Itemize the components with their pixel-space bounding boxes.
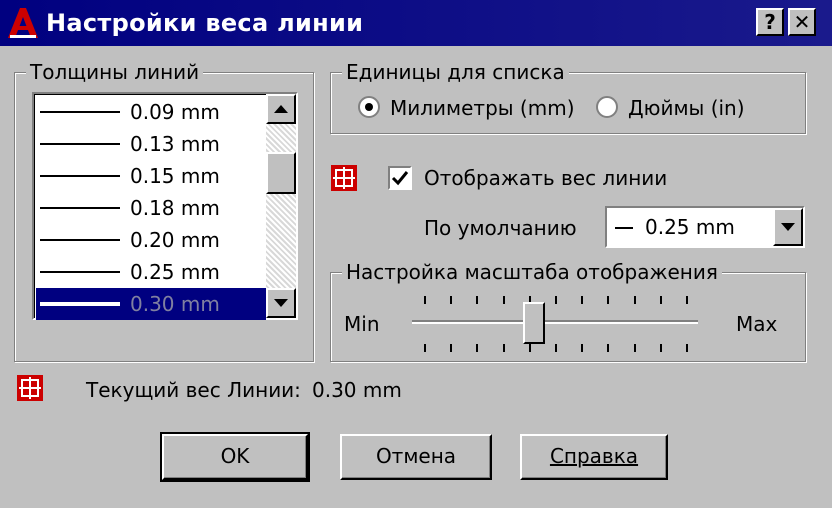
scale-group (330, 272, 806, 362)
help-button-label: Справка (549, 444, 639, 468)
scale-tick (686, 296, 688, 304)
scale-tick (633, 344, 636, 352)
default-lineweight-value: 0.25 mm (645, 215, 735, 239)
scale-max-label: Max (736, 312, 778, 336)
list-item[interactable]: 0.25 mm (36, 256, 266, 288)
scale-tick (502, 296, 505, 304)
mm-radio[interactable] (358, 96, 380, 118)
scale-tick (633, 296, 636, 304)
autocad-logo-icon (8, 8, 38, 38)
scale-tick (659, 344, 662, 352)
dropdown-button[interactable] (773, 208, 803, 246)
scale-tick (450, 344, 453, 352)
scale-tick (424, 344, 426, 352)
line-sample (615, 227, 633, 229)
in-radio-label[interactable]: Дюймы (in) (628, 96, 745, 120)
list-item-label: 0.13 mm (130, 132, 220, 156)
mm-radio-label[interactable]: Милиметры (mm) (390, 96, 575, 120)
list-item-label: 0.30 mm (130, 292, 220, 316)
current-lineweight-label: Текущий вес Линии: (86, 378, 301, 402)
line-sample (40, 143, 120, 145)
ok-button[interactable]: OK (160, 432, 310, 482)
lineweight-settings-dialog: Настройки веса линии ? ✕ Толщины линий 0… (0, 0, 832, 508)
scale-legend: Настройка масштаба отображения (342, 260, 722, 284)
scale-min-label: Min (344, 312, 380, 336)
scale-tick (476, 296, 479, 304)
chevron-down-icon (781, 223, 795, 231)
lineweight-icon (331, 165, 357, 191)
display-lineweight-checkbox[interactable] (388, 166, 412, 190)
scale-tick (607, 344, 610, 352)
lineweight-icon (17, 375, 43, 401)
line-sample (40, 111, 120, 113)
scroll-thumb[interactable] (266, 152, 296, 194)
scale-tick (528, 344, 531, 352)
list-item-label: 0.09 mm (130, 100, 220, 124)
lineweights-listbox[interactable]: 0.09 mm 0.13 mm 0.15 mm 0.18 mm 0.20 mm … (32, 92, 298, 320)
help-button[interactable]: Справка (520, 434, 668, 480)
scale-slider-track[interactable] (412, 320, 698, 324)
list-item-label: 0.25 mm (130, 260, 220, 284)
scale-tick (424, 296, 426, 304)
arrow-down-icon (274, 299, 288, 307)
line-sample (40, 271, 120, 273)
line-sample (40, 175, 120, 177)
list-item[interactable]: 0.20 mm (36, 224, 266, 256)
close-button[interactable]: ✕ (788, 8, 816, 36)
current-lineweight-value: 0.30 mm (312, 378, 402, 402)
line-sample (40, 207, 120, 209)
list-item[interactable]: 0.18 mm (36, 192, 266, 224)
scale-tick (476, 344, 479, 352)
scroll-up-button[interactable] (266, 94, 296, 124)
in-radio[interactable] (596, 96, 618, 118)
units-legend: Единицы для списка (342, 60, 569, 84)
scale-tick (686, 344, 688, 352)
window-title: Настройки веса линии (46, 9, 364, 37)
list-item-label: 0.20 mm (130, 228, 220, 252)
list-item-selected[interactable]: 0.30 mm (36, 288, 266, 320)
list-scrollbar[interactable] (266, 94, 296, 318)
display-lineweight-label[interactable]: Отображать вес линии (424, 166, 667, 190)
line-sample (40, 302, 120, 306)
list-item[interactable]: 0.09 mm (36, 96, 266, 128)
line-sample (40, 239, 120, 241)
scale-tick (555, 344, 557, 352)
list-item-label: 0.15 mm (130, 164, 220, 188)
list-item[interactable]: 0.13 mm (36, 128, 266, 160)
scroll-down-button[interactable] (266, 288, 296, 318)
scale-slider-thumb[interactable] (523, 302, 546, 344)
default-label: По умолчанию (424, 216, 577, 240)
default-lineweight-select[interactable]: 0.25 mm (605, 206, 805, 248)
arrow-up-icon (274, 105, 288, 113)
scale-tick (450, 296, 453, 304)
list-item[interactable]: 0.15 mm (36, 160, 266, 192)
cancel-button[interactable]: Отмена (340, 434, 492, 480)
lineweights-legend: Толщины линий (26, 60, 204, 84)
scale-tick (607, 296, 610, 304)
scale-tick (581, 296, 584, 304)
checkmark-icon (391, 171, 409, 186)
title-bar[interactable]: Настройки веса линии ? ✕ (0, 0, 832, 46)
scale-tick (581, 344, 584, 352)
help-title-button[interactable]: ? (756, 8, 784, 36)
scale-tick (555, 296, 557, 304)
list-item-label: 0.18 mm (130, 196, 220, 220)
scale-tick (502, 344, 505, 352)
scale-tick (659, 296, 662, 304)
